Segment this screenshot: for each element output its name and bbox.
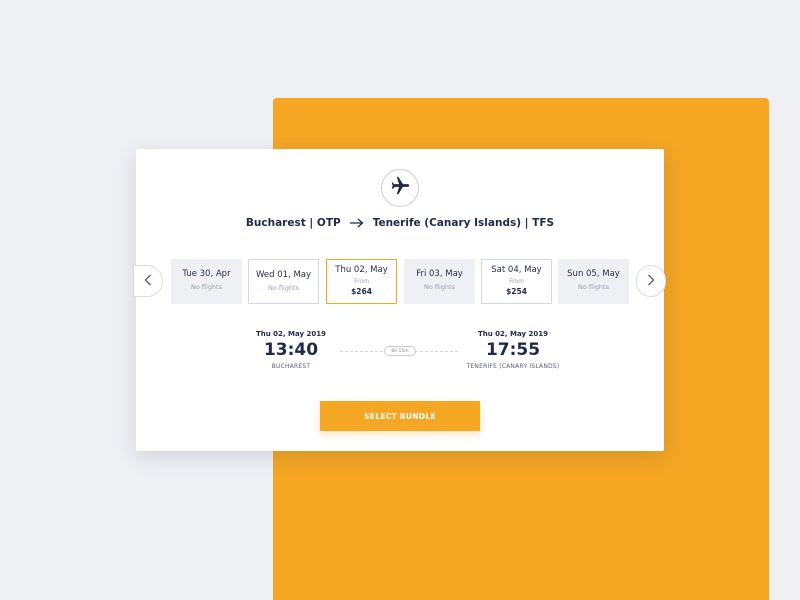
date-label: Sun 05, May xyxy=(567,269,620,279)
date-status: No flights xyxy=(268,284,299,292)
arrival-date: Thu 02, May 2019 xyxy=(478,330,548,338)
date-price: $254 xyxy=(506,287,527,296)
next-dates-button[interactable] xyxy=(636,265,666,297)
date-status: No flights xyxy=(424,283,455,291)
arrival-city: TENERIFE (CANARY ISLANDS) xyxy=(466,363,560,370)
chevron-left-icon xyxy=(144,274,152,289)
date-option[interactable]: Sun 05, May No flights xyxy=(558,259,629,304)
departure-city: BUCHAREST xyxy=(271,363,311,370)
date-price: $264 xyxy=(351,287,372,296)
select-bundle-button[interactable]: SELECT BUNDLE xyxy=(320,401,480,431)
date-label: Sat 04, May xyxy=(491,265,542,275)
date-option[interactable]: Sat 04, May From $254 xyxy=(481,259,552,304)
chevron-right-icon xyxy=(647,274,655,289)
date-option-selected[interactable]: Thu 02, May From $264 xyxy=(326,259,397,304)
date-option[interactable]: Tue 30, Apr No flights xyxy=(171,259,242,304)
departure-time: 13:40 xyxy=(263,340,319,360)
date-status: No flights xyxy=(578,283,609,291)
airplane-badge xyxy=(381,169,419,207)
previous-dates-button[interactable] xyxy=(133,265,163,297)
arrival-time: 17:55 xyxy=(485,340,541,360)
arrow-right-icon xyxy=(349,218,364,228)
airplane-icon xyxy=(389,175,411,201)
date-option[interactable]: Wed 01, May No flights xyxy=(248,259,319,304)
date-label: Wed 01, May xyxy=(255,270,312,280)
date-label: Thu 02, May xyxy=(335,265,388,275)
date-label: Fri 03, May xyxy=(416,269,463,279)
origin-label: Bucharest | OTP xyxy=(245,217,341,229)
price-from-label: From xyxy=(509,278,524,285)
date-option[interactable]: Fri 03, May No flights xyxy=(404,259,475,304)
departure-info: Thu 02, May 2019 13:40 BUCHAREST xyxy=(241,330,341,370)
departure-date: Thu 02, May 2019 xyxy=(256,330,326,338)
flight-duration: 6h 15m xyxy=(384,346,416,356)
destination-label: Tenerife (Canary Islands) | TFS xyxy=(372,217,555,229)
date-status: No flights xyxy=(191,283,222,291)
flight-selection-card: Bucharest | OTP Tenerife (Canary Islands… xyxy=(133,149,666,451)
arrival-info: Thu 02, May 2019 17:55 TENERIFE (CANARY … xyxy=(458,330,568,370)
date-selector: Tue 30, Apr No flights Wed 01, May No fl… xyxy=(171,259,629,305)
price-from-label: From xyxy=(354,278,369,285)
date-label: Tue 30, Apr xyxy=(182,269,231,279)
route-header: Bucharest | OTP Tenerife (Canary Islands… xyxy=(136,217,664,229)
